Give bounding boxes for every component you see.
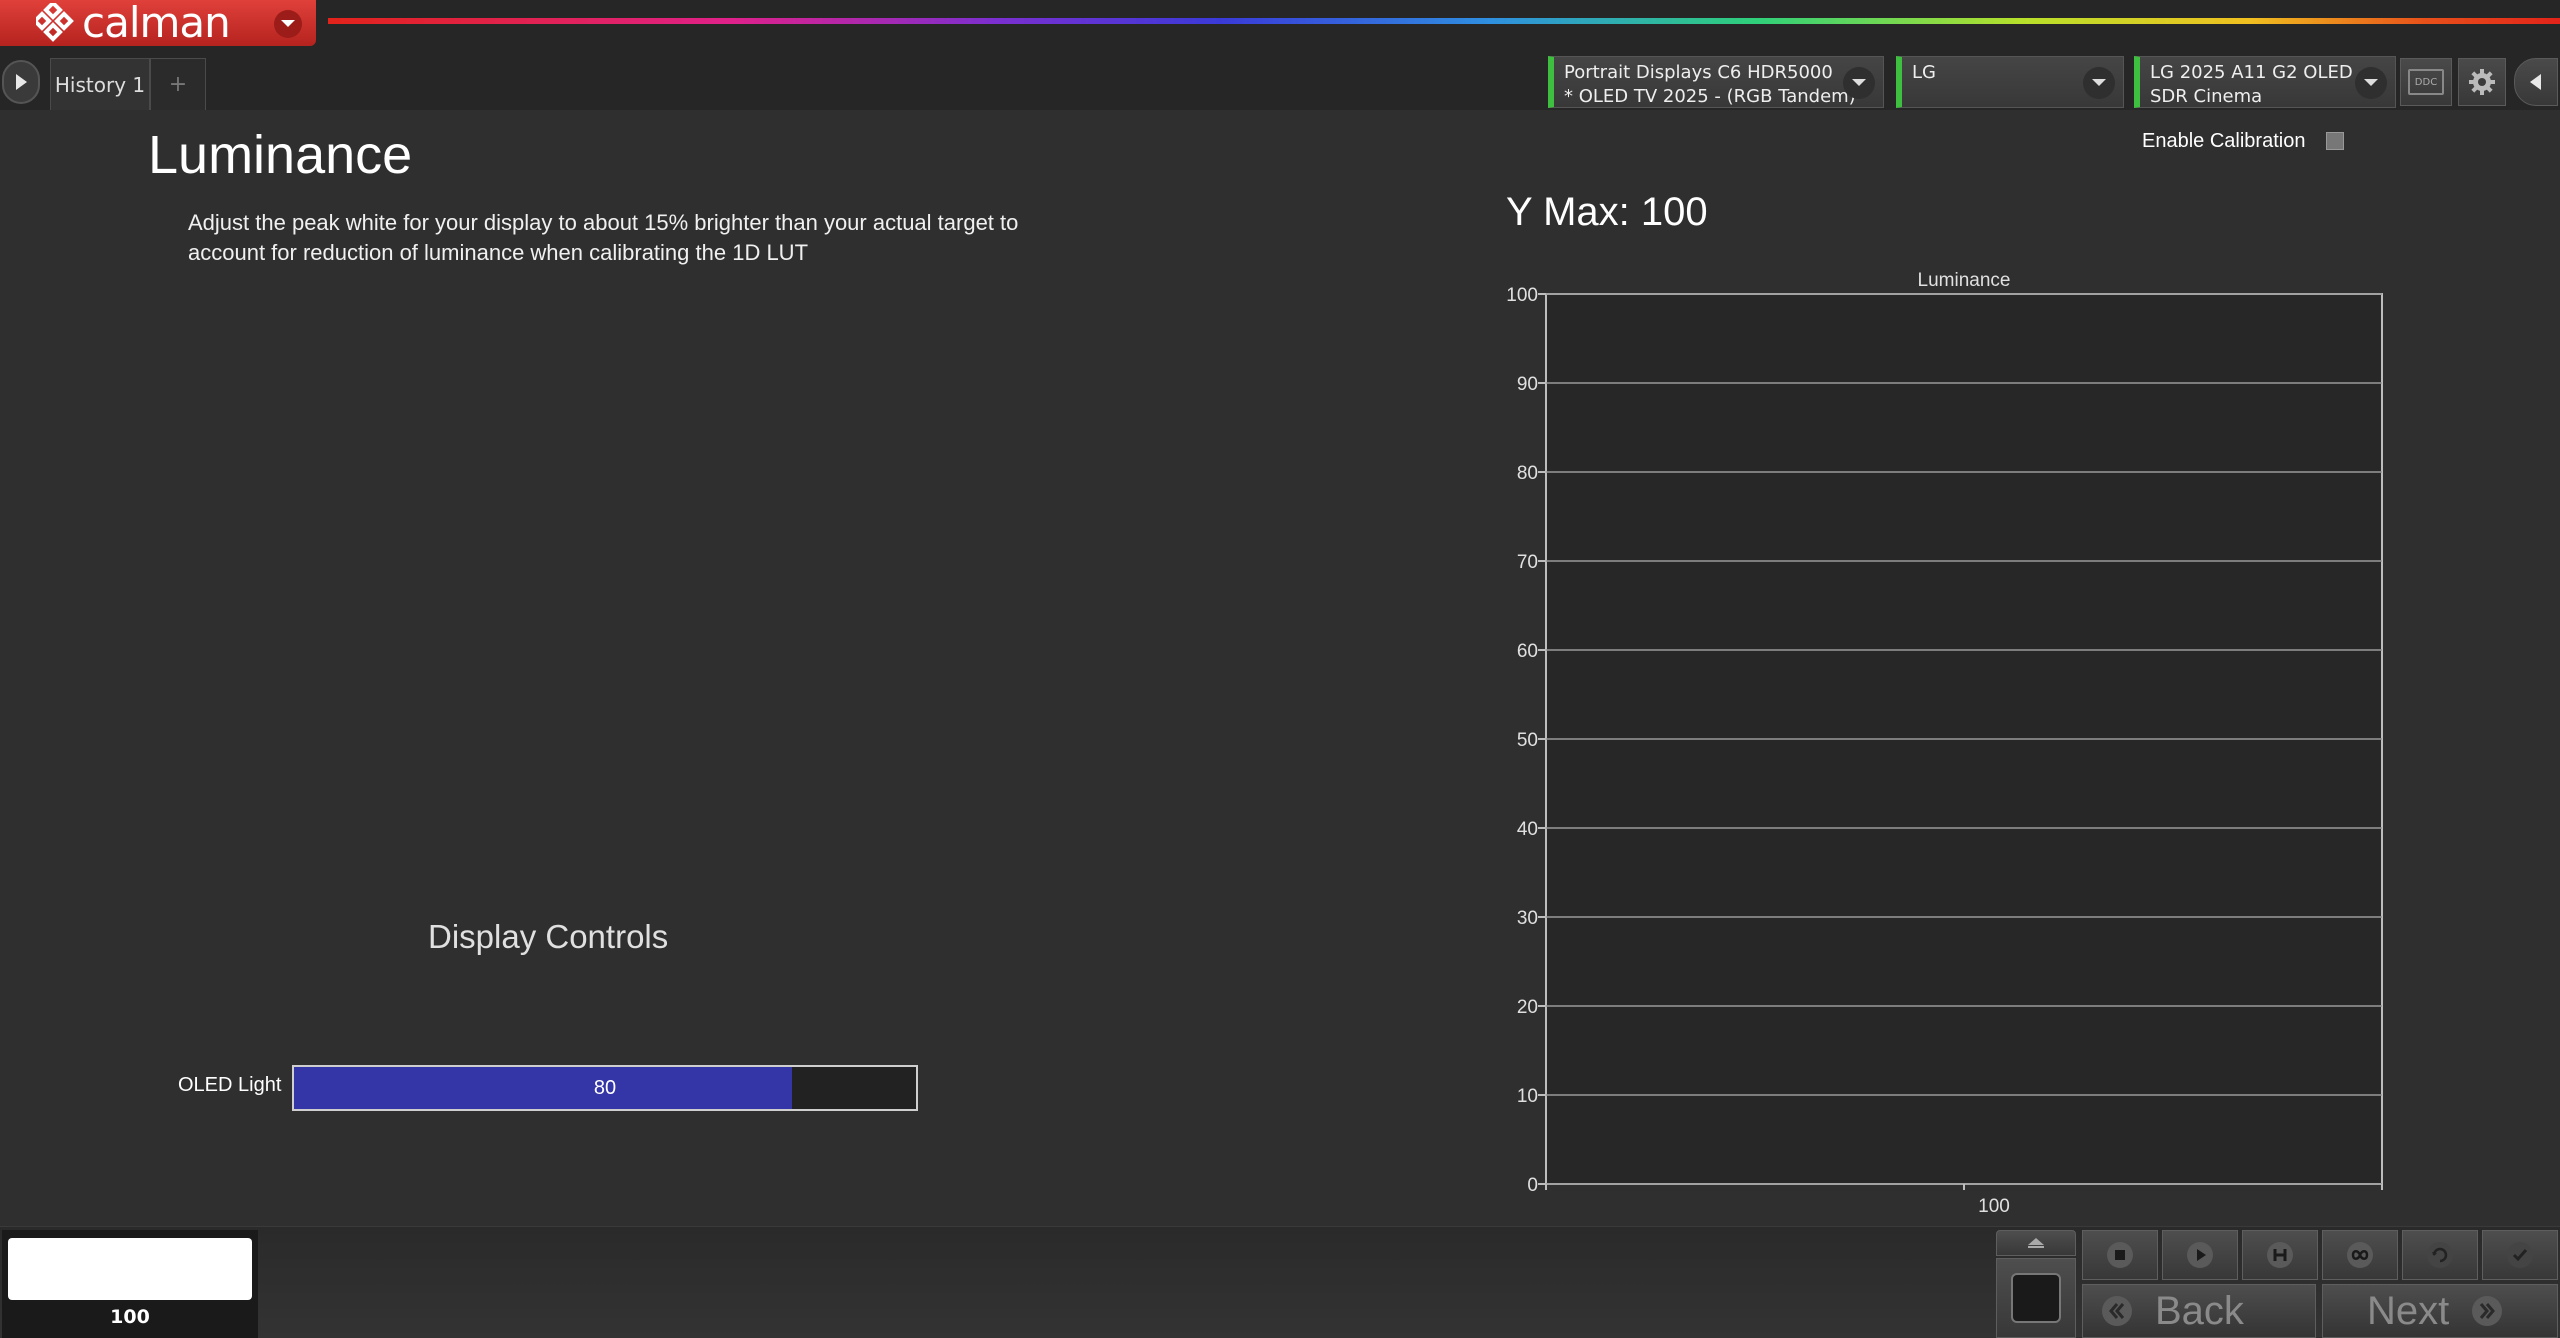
y-tick-label-20: 20 (1517, 997, 1538, 1018)
tab-history-1[interactable]: History 1 (50, 58, 150, 110)
stop-icon (2107, 1242, 2133, 1268)
y-tick-label-100: 100 (1506, 285, 1538, 306)
y-tick-label-80: 80 (1517, 463, 1538, 484)
check-icon (2507, 1242, 2533, 1268)
y-tick-label-0: 0 (1527, 1175, 1538, 1196)
patch-swatch-label: 100 (110, 1306, 150, 1328)
luminance-chart: Luminance 0 10 20 30 40 50 60 70 80 90 100 100 (1506, 270, 2383, 1214)
y-tick-label-50: 50 (1517, 730, 1538, 751)
infinity-icon (2347, 1242, 2373, 1268)
enable-calibration-label: Enable Calibration (2142, 130, 2306, 152)
y-tick-label-70: 70 (1517, 552, 1538, 573)
gear-icon (2469, 69, 2495, 95)
ddc-button[interactable]: DDC (2400, 58, 2452, 106)
back-label: Back (2155, 1288, 2244, 1333)
source-selector[interactable]: LG (1896, 56, 2124, 108)
play-right-icon (16, 74, 27, 90)
calman-logo-button[interactable]: calman (0, 0, 316, 46)
double-chevron-left-icon (2102, 1296, 2132, 1326)
eject-icon (2028, 1238, 2044, 1248)
collapse-button[interactable] (1996, 1230, 2076, 1256)
y-tick-label-60: 60 (1517, 641, 1538, 662)
patch-swatch (8, 1238, 252, 1300)
next-button[interactable]: Next (2322, 1284, 2558, 1338)
enable-calibration-checkbox[interactable] (2326, 132, 2344, 150)
top-bar: calman History 1 + Portrait Displays C6 … (0, 0, 2560, 110)
patch-preview-square (2011, 1273, 2061, 1323)
y-max-label: Y Max: 100 (1506, 190, 1708, 234)
settings-button[interactable] (2458, 58, 2506, 106)
refresh-button[interactable] (2402, 1230, 2478, 1280)
meter-name: Portrait Displays C6 HDR5000 (1564, 62, 1833, 83)
measure-bracket-icon (2267, 1242, 2293, 1268)
y-tick-label-40: 40 (1517, 819, 1538, 840)
refresh-icon (2427, 1242, 2453, 1268)
ddc-label: DDC (2414, 76, 2438, 88)
instructions-text: Adjust the peak white for your display t… (188, 210, 1019, 265)
display-controls-title: Display Controls (428, 918, 669, 955)
y-tick-label-90: 90 (1517, 374, 1538, 395)
continuous-measure-button[interactable] (2322, 1230, 2398, 1280)
x-tick-label-100: 100 (1978, 1196, 2010, 1214)
measurement-control-panel: Back Next (1996, 1230, 2560, 1338)
chevron-down-icon[interactable] (1843, 67, 1875, 99)
oled-light-slider[interactable]: 80 (292, 1065, 918, 1111)
calman-diamond-icon (32, 0, 76, 43)
play-button[interactable] (2162, 1230, 2238, 1280)
double-chevron-right-icon (2472, 1296, 2503, 1326)
meter-mode: * OLED TV 2025 - (RGB Tandem) (1564, 86, 1856, 107)
next-label: Next (2367, 1288, 2450, 1333)
rainbow-stripe (328, 18, 2560, 24)
play-left-icon (2530, 74, 2541, 90)
chevron-down-icon[interactable] (274, 10, 302, 38)
play-icon (2187, 1242, 2213, 1268)
chevron-down-icon[interactable] (2083, 67, 2115, 99)
confirm-button[interactable] (2482, 1230, 2558, 1280)
y-tick-label-30: 30 (1517, 908, 1538, 929)
save-measure-button[interactable] (2242, 1230, 2318, 1280)
side-panel-toggle-button[interactable] (2514, 58, 2558, 106)
monitor-icon: DDC (2408, 69, 2444, 95)
patch-preview-button[interactable] (1996, 1258, 2076, 1338)
y-tick-label-10: 10 (1517, 1086, 1538, 1107)
meter-selector[interactable]: Portrait Displays C6 HDR5000 * OLED TV 2… (1548, 56, 1884, 108)
history-panel-toggle-button[interactable] (2, 60, 40, 104)
add-tab-button[interactable]: + (150, 58, 206, 110)
display-selector[interactable]: LG 2025 A11 G2 OLED SDR Cinema (2134, 56, 2396, 108)
chevron-down-icon[interactable] (2355, 67, 2387, 99)
calman-logo-text: calman (82, 0, 231, 47)
oled-light-label: OLED Light (178, 1074, 282, 1096)
stop-button[interactable] (2082, 1230, 2158, 1280)
back-button[interactable]: Back (2082, 1284, 2316, 1338)
page-title: Luminance (148, 125, 413, 185)
chart-title: Luminance (1918, 270, 2011, 291)
oled-light-value: 80 (593, 1076, 617, 1099)
